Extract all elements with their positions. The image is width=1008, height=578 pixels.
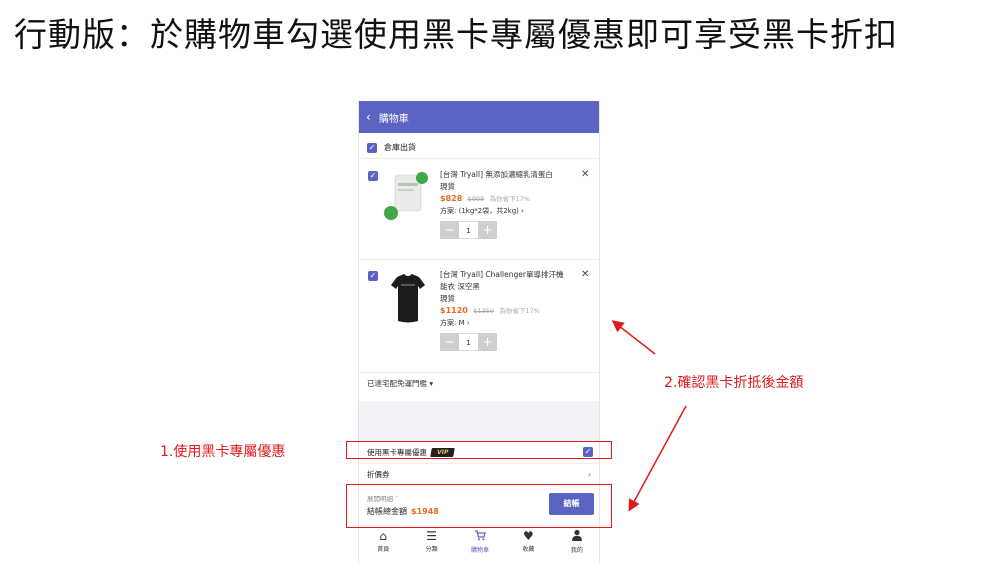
arrow-to-price	[611, 320, 656, 355]
arrow-to-total	[628, 405, 687, 512]
slide: 行動版：於購物車勾選使用黑卡專屬優惠即可享受黑卡折扣 ‹ 購物車 ✓ 倉庫出貨 …	[0, 0, 1008, 578]
annotation-arrows	[611, 320, 687, 512]
